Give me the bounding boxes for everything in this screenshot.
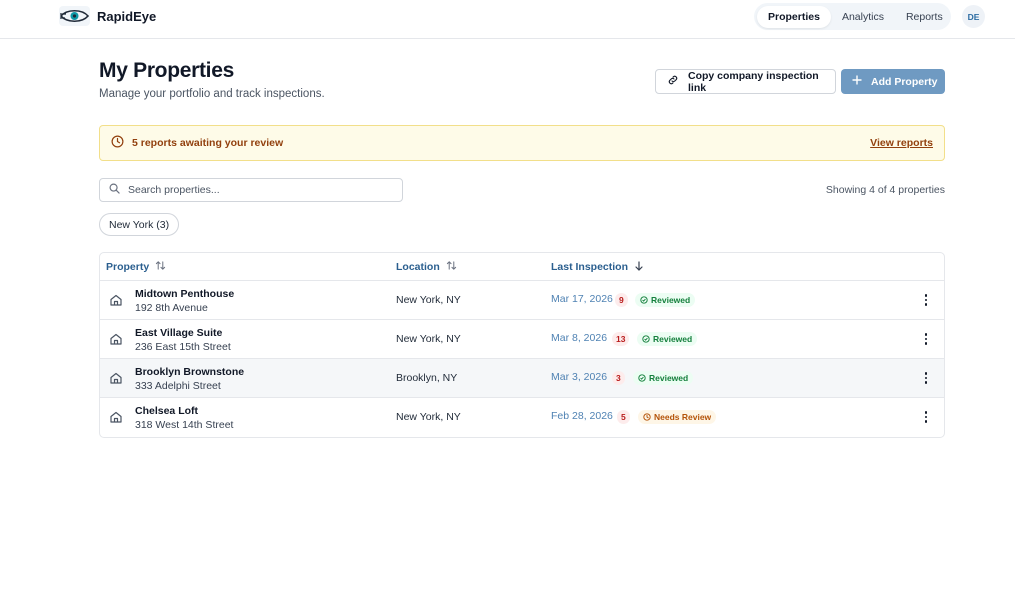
property-address: 192 8th Avenue xyxy=(135,302,208,314)
column-label: Last Inspection xyxy=(551,261,629,273)
copy-inspection-link-label: Copy company inspection link xyxy=(688,69,819,94)
main-nav: Properties Analytics Reports xyxy=(754,3,951,30)
property-name[interactable]: Chelsea Loft xyxy=(135,405,198,417)
row-menu-button[interactable] xyxy=(920,409,932,425)
home-icon xyxy=(109,410,123,424)
row-menu-button[interactable] xyxy=(920,331,932,347)
check-circle-icon xyxy=(642,335,650,343)
home-icon xyxy=(109,332,123,346)
review-alert-banner: 5 reports awaiting your review View repo… xyxy=(99,125,945,161)
add-property-label: Add Property xyxy=(871,75,938,88)
page-subtitle: Manage your portfolio and track inspecti… xyxy=(99,88,325,100)
issue-count-badge: 9 xyxy=(615,293,628,307)
issue-count-badge: 5 xyxy=(617,410,630,424)
check-circle-icon xyxy=(638,374,646,382)
table-row[interactable]: Chelsea Loft 318 West 14th Street New Yo… xyxy=(100,398,944,437)
properties-table: Property Location Last Inspection Midtow… xyxy=(99,252,945,438)
result-count: Showing 4 of 4 properties xyxy=(825,184,945,196)
column-header-location[interactable]: Location xyxy=(396,253,457,281)
search-input[interactable] xyxy=(128,184,388,196)
plus-icon xyxy=(852,75,862,88)
property-location: New York, NY xyxy=(396,333,461,345)
status-label: Reviewed xyxy=(651,295,691,305)
add-property-button[interactable]: Add Property xyxy=(841,69,945,94)
table-header: Property Location Last Inspection xyxy=(100,253,944,281)
column-header-property[interactable]: Property xyxy=(106,253,166,281)
user-avatar[interactable]: DE xyxy=(962,5,985,28)
status-badge: Reviewed xyxy=(633,371,694,385)
sort-icon xyxy=(446,260,457,274)
arrow-down-icon xyxy=(634,260,644,274)
check-circle-icon xyxy=(640,296,648,304)
property-location: New York, NY xyxy=(396,411,461,423)
property-location: Brooklyn, NY xyxy=(396,372,458,384)
app-name: RapidEye xyxy=(97,8,157,24)
status-label: Reviewed xyxy=(649,373,689,383)
column-label: Property xyxy=(106,261,150,273)
table-row[interactable]: East Village Suite 236 East 15th Street … xyxy=(100,320,944,359)
top-navbar: RapidEye Properties Analytics Reports DE xyxy=(0,0,1015,39)
brand[interactable]: RapidEye xyxy=(59,6,156,26)
clock-icon xyxy=(643,413,651,421)
inspection-date[interactable]: Feb 28, 2026 xyxy=(551,410,613,422)
issue-count-badge: 13 xyxy=(612,332,630,346)
home-icon xyxy=(109,293,123,307)
link-icon xyxy=(667,74,679,89)
copy-inspection-link-button[interactable]: Copy company inspection link xyxy=(655,69,836,94)
status-badge: Needs Review xyxy=(638,410,717,424)
column-header-last-inspection[interactable]: Last Inspection xyxy=(551,253,644,281)
property-address: 333 Adelphi Street xyxy=(135,380,221,392)
nav-item-analytics[interactable]: Analytics xyxy=(831,6,895,28)
property-address: 236 East 15th Street xyxy=(135,341,231,353)
table-row[interactable]: Midtown Penthouse 192 8th Avenue New Yor… xyxy=(100,281,944,320)
alert-message: 5 reports awaiting your review xyxy=(132,137,284,149)
view-reports-link[interactable]: View reports xyxy=(870,137,933,149)
nav-item-reports[interactable]: Reports xyxy=(895,6,954,28)
property-location: New York, NY xyxy=(396,294,461,306)
row-menu-button[interactable] xyxy=(920,370,932,386)
home-icon xyxy=(109,371,123,385)
status-badge: Reviewed xyxy=(637,332,698,346)
property-address: 318 West 14th Street xyxy=(135,419,234,431)
status-badge: Reviewed xyxy=(635,293,696,307)
search-icon xyxy=(109,183,120,197)
status-label: Needs Review xyxy=(654,412,712,422)
inspection-date[interactable]: Mar 17, 2026 xyxy=(551,293,613,305)
column-label: Location xyxy=(396,261,440,273)
page-title: My Properties xyxy=(99,59,234,82)
table-row[interactable]: Brooklyn Brownstone 333 Adelphi Street B… xyxy=(100,359,944,398)
status-label: Reviewed xyxy=(653,334,693,344)
row-menu-button[interactable] xyxy=(920,292,932,308)
clock-icon xyxy=(111,135,124,151)
inspection-date[interactable]: Mar 3, 2026 xyxy=(551,371,607,383)
filter-chip-new-york[interactable]: New York (3) xyxy=(99,213,180,236)
property-name[interactable]: East Village Suite xyxy=(135,327,222,339)
inspection-date[interactable]: Mar 8, 2026 xyxy=(551,332,607,344)
eye-logo-icon xyxy=(59,6,90,26)
sort-icon xyxy=(155,260,166,274)
property-name[interactable]: Brooklyn Brownstone xyxy=(135,366,244,378)
search-box xyxy=(99,178,403,202)
property-name[interactable]: Midtown Penthouse xyxy=(135,288,234,300)
issue-count-badge: 3 xyxy=(612,371,625,385)
nav-item-properties[interactable]: Properties xyxy=(757,5,831,28)
